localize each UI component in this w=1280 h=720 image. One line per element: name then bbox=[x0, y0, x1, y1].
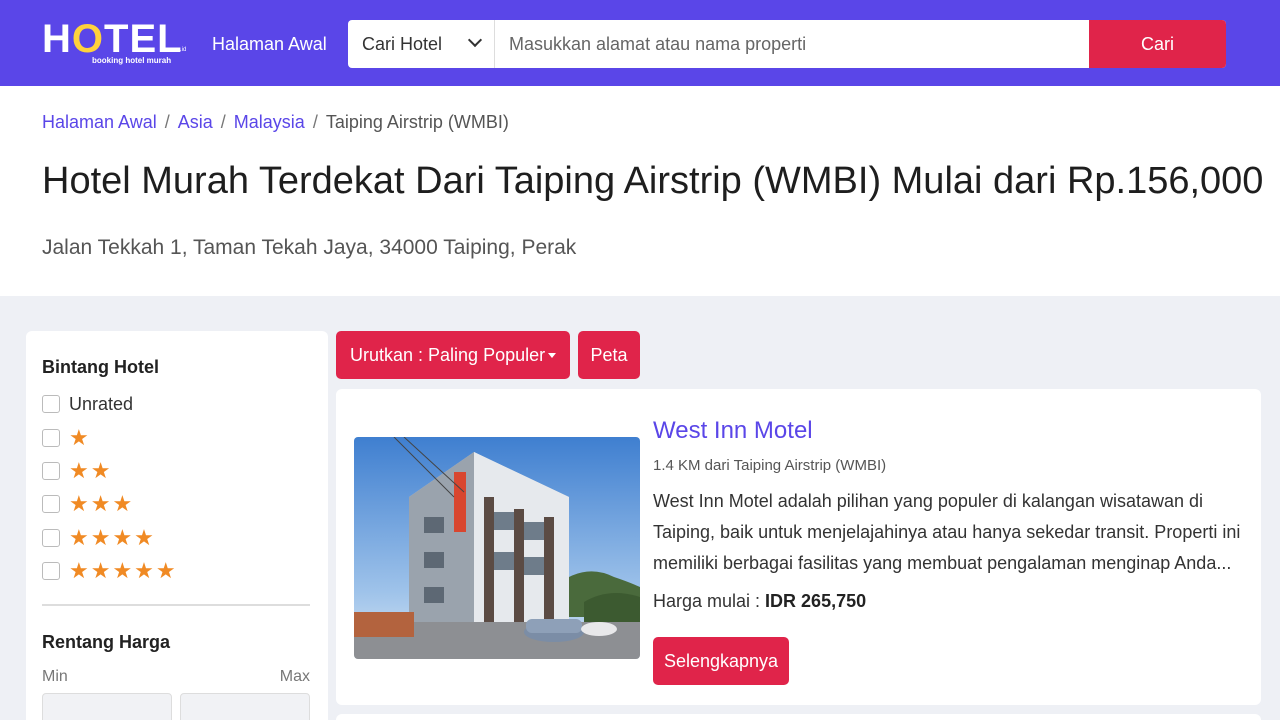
min-label: Min bbox=[42, 668, 68, 685]
breadcrumb-asia[interactable]: Asia bbox=[178, 112, 213, 132]
filter-5-star[interactable]: ★★★★★ bbox=[42, 560, 178, 582]
star-icon: ★★ bbox=[69, 458, 113, 483]
filter-3-star[interactable]: ★★★ bbox=[42, 493, 134, 515]
site-logo[interactable]: HOTEL .co.id booking hotel murah bbox=[42, 16, 188, 70]
page-title: Hotel Murah Terdekat Dari Taiping Airstr… bbox=[42, 160, 1264, 202]
map-button[interactable]: Peta bbox=[578, 331, 640, 379]
nav-home-link[interactable]: Halaman Awal bbox=[212, 34, 327, 55]
search-type-select[interactable]: Cari Hotel bbox=[348, 20, 495, 68]
checkbox[interactable] bbox=[42, 495, 60, 513]
hotel-building-image bbox=[354, 437, 640, 659]
price-range-heading: Rentang Harga bbox=[42, 632, 171, 652]
filter-2-star[interactable]: ★★ bbox=[42, 460, 112, 482]
logo-tag: .co.id bbox=[172, 47, 187, 53]
search-type-label: Cari Hotel bbox=[362, 33, 443, 54]
unrated-label: Unrated bbox=[69, 393, 134, 414]
search-input[interactable] bbox=[495, 20, 1089, 68]
filter-unrated[interactable]: Unrated bbox=[42, 393, 133, 415]
breadcrumb-home[interactable]: Halaman Awal bbox=[42, 112, 157, 132]
price-value: IDR 265,750 bbox=[765, 591, 867, 611]
hotel-name-link[interactable]: West Inn Motel bbox=[653, 417, 813, 445]
hotel-distance: 1.4 KM dari Taiping Airstrip (WMBI) bbox=[653, 457, 887, 474]
sort-dropdown-button[interactable]: Urutkan : Paling Populer bbox=[336, 331, 570, 379]
filter-1-star[interactable]: ★ bbox=[42, 427, 91, 449]
location-address: Jalan Tekkah 1, Taman Tekah Jaya, 34000 … bbox=[42, 236, 577, 259]
star-icon: ★★★★★ bbox=[69, 558, 178, 583]
details-button[interactable]: Selengkapnya bbox=[653, 637, 789, 685]
star-icon: ★★★★ bbox=[69, 525, 156, 550]
breadcrumb-separator: / bbox=[164, 112, 170, 132]
max-price-input[interactable] bbox=[180, 693, 310, 720]
sort-label: Urutkan : Paling Populer bbox=[350, 344, 546, 365]
star-icon: ★★★ bbox=[69, 491, 135, 516]
checkbox[interactable] bbox=[42, 562, 60, 580]
checkbox[interactable] bbox=[42, 529, 60, 547]
checkbox[interactable] bbox=[42, 462, 60, 480]
min-price-input[interactable] bbox=[42, 693, 172, 720]
star-filter-heading: Bintang Hotel bbox=[42, 357, 159, 377]
logo-subtitle: booking hotel murah bbox=[92, 56, 172, 65]
top-header: HOTEL .co.id booking hotel murah Halaman… bbox=[0, 0, 1280, 86]
hotel-card: West Inn Motel 1.4 KM dari Taiping Airst… bbox=[336, 389, 1261, 705]
filter-4-star[interactable]: ★★★★ bbox=[42, 527, 156, 549]
divider bbox=[42, 604, 310, 606]
title-section: Halaman Awal / Asia / Malaysia / Taiping Airst… bbox=[0, 86, 1280, 296]
hotel-card-next bbox=[336, 714, 1261, 720]
price-label: Harga mulai : bbox=[653, 591, 766, 611]
search-button[interactable]: Cari bbox=[1089, 20, 1226, 68]
hotel-price: Harga mulai : IDR 265,750 bbox=[653, 591, 866, 612]
filter-sidebar: Bintang Hotel Unrated ★ ★★ ★★★ ★★★★ ★★★★… bbox=[26, 331, 328, 720]
hotel-description: West Inn Motel adalah pilihan yang popul… bbox=[653, 491, 1241, 573]
checkbox[interactable] bbox=[42, 395, 60, 413]
max-label: Max bbox=[279, 668, 310, 685]
breadcrumb-malaysia[interactable]: Malaysia bbox=[234, 112, 305, 132]
search-bar: Cari Hotel Cari bbox=[348, 20, 1226, 68]
star-icon: ★ bbox=[69, 425, 91, 450]
breadcrumb: Halaman Awal / Asia / Malaysia / Taiping Airst… bbox=[42, 112, 509, 133]
hotel-photo[interactable] bbox=[354, 437, 640, 659]
breadcrumb-separator: / bbox=[312, 112, 318, 132]
breadcrumb-separator: / bbox=[220, 112, 226, 132]
chevron-down-icon bbox=[467, 32, 483, 48]
caret-down-icon bbox=[548, 353, 556, 358]
checkbox[interactable] bbox=[42, 429, 60, 447]
breadcrumb-current: Taiping Airstrip (WMBI) bbox=[325, 112, 509, 132]
